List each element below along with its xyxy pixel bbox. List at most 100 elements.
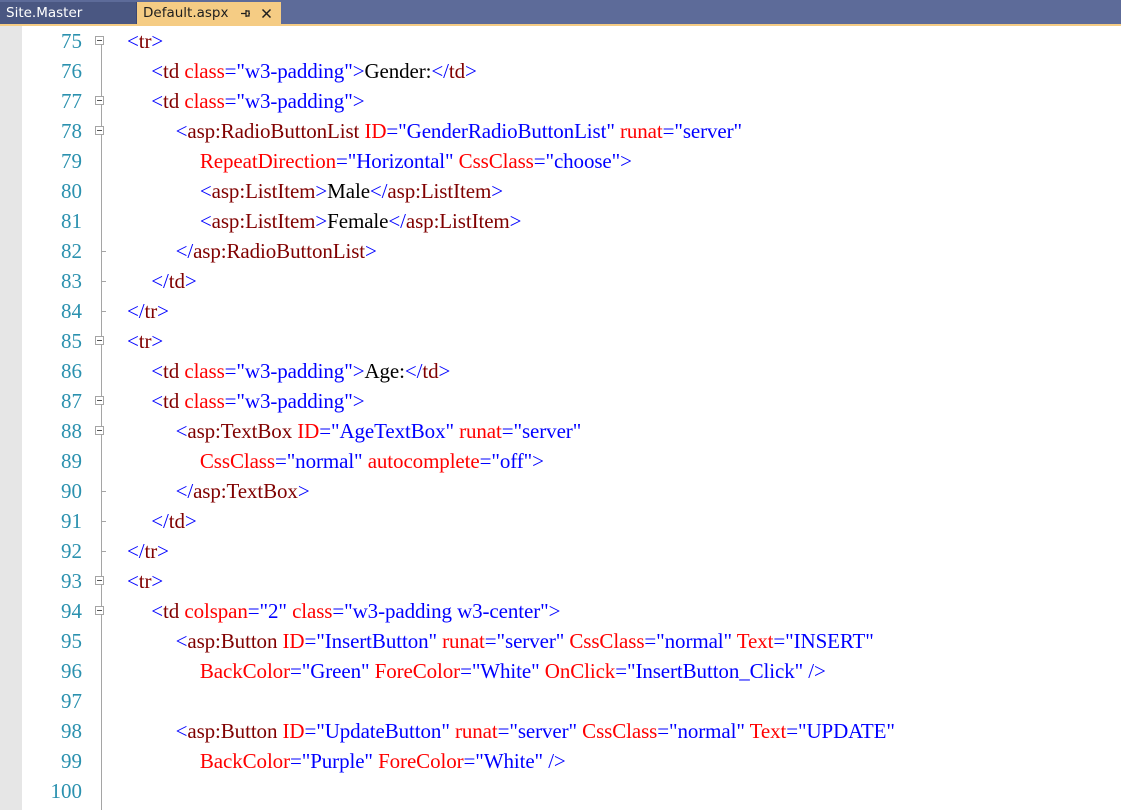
code-token: ForeColor [378,749,464,773]
code-token: tr [144,539,158,563]
collapse-icon[interactable] [95,396,104,405]
code-line[interactable]: 81 <asp:ListItem>Female</asp:ListItem> [0,206,1121,236]
code-token: > [151,329,164,353]
code-token: "Green" [301,659,370,683]
collapse-icon[interactable] [95,606,104,615]
code-line[interactable]: 85 <tr> [0,326,1121,356]
code-text: <tr> [127,26,163,56]
code-token: > [548,599,561,623]
code-text: <asp:RadioButtonList ID="GenderRadioButt… [176,116,743,146]
code-line[interactable]: 92 </tr> [0,536,1121,566]
code-token: asp:ListItem [405,209,510,233]
line-number: 90 [61,479,82,503]
tab-default-aspx[interactable]: Default.aspx [137,2,281,24]
code-token: </ [127,539,145,563]
code-token: runat [459,419,502,443]
collapse-icon[interactable] [95,336,104,345]
code-text: <td colspan="2" class="w3-padding w3-cen… [151,596,560,626]
code-token: Text [749,719,787,743]
collapse-icon[interactable] [95,426,104,435]
code-text: </td> [151,506,196,536]
code-line[interactable]: 86 <td class="w3-padding">Age:</td> [0,356,1121,386]
code-token: asp:TextBox [187,419,293,443]
code-line[interactable]: 82 </asp:RadioButtonList> [0,236,1121,266]
code-token: = [501,419,514,443]
collapse-icon[interactable] [95,126,104,135]
code-text: <td class="w3-padding"> [151,86,364,116]
line-number: 93 [61,569,82,593]
code-token: "w3-padding" [236,89,353,113]
code-token: asp:ListItem [387,179,492,203]
code-token: "White" [471,659,540,683]
code-editor[interactable]: 75 <tr> 76 <td class="w3-padding">Gender:</… [0,26,1121,806]
code-text: </td> [151,266,196,296]
code-line[interactable]: 91 </td> [0,506,1121,536]
code-token: > [438,359,451,383]
code-line[interactable]: 78 <asp:RadioButtonList ID="GenderRadioBu… [0,116,1121,146]
code-line[interactable]: 79 RepeatDirection="Horizontal" CssClass=… [0,146,1121,176]
code-token: = [386,119,399,143]
code-token: = [224,59,237,83]
code-line[interactable]: 89 CssClass="normal" autocomplete="off"> [0,446,1121,476]
code-line[interactable]: 87 <td class="w3-padding"> [0,386,1121,416]
line-number: 81 [61,209,82,233]
code-token: "normal" [656,629,732,653]
code-token: < [127,29,139,53]
code-token: asp:Button [187,629,278,653]
code-line[interactable]: 88 <asp:TextBox ID="AgeTextBox" runat="se… [0,416,1121,446]
code-line[interactable]: 93 <tr> [0,566,1121,596]
collapse-icon[interactable] [95,96,104,105]
code-line[interactable]: 95 <asp:Button ID="InsertButton" runat="s… [0,626,1121,656]
code-line[interactable]: 83 </td> [0,266,1121,296]
code-line[interactable]: 100 [0,776,1121,806]
code-token: = [786,719,798,743]
code-token: CssClass [569,629,645,653]
line-number: 88 [61,419,82,443]
code-token: "InsertButton" [316,629,437,653]
code-line[interactable]: 84 </tr> [0,296,1121,326]
code-line[interactable]: 75 <tr> [0,26,1121,56]
code-text: <td class="w3-padding">Gender:</td> [151,56,477,86]
line-number: 87 [61,389,82,413]
code-token: tr [144,299,158,323]
code-token: > [620,149,632,173]
pin-icon[interactable] [238,2,252,24]
code-token: "server" [496,629,565,653]
code-token: "server" [674,119,743,143]
code-line[interactable]: 94 <td colspan="2" class="w3-padding w3-c… [0,596,1121,626]
code-line[interactable]: 98 <asp:Button ID="UpdateButton" runat="s… [0,716,1121,746]
code-line[interactable]: 80 <asp:ListItem>Male</asp:ListItem> [0,176,1121,206]
code-token: > [509,209,522,233]
code-token: > [352,59,365,83]
outline-end-marker [101,491,106,492]
code-line[interactable]: 97 [0,686,1121,716]
code-token: CssClass [199,449,275,473]
line-number: 95 [61,629,82,653]
code-line[interactable]: 76 <td class="w3-padding">Gender:</td> [0,56,1121,86]
collapse-icon[interactable] [95,576,104,585]
code-token: = [773,629,786,653]
code-line[interactable]: 90 </asp:TextBox> [0,476,1121,506]
code-token: "server" [513,419,582,443]
code-token: < [199,179,212,203]
code-token: < [151,599,164,623]
code-token: Male [327,179,370,203]
close-icon[interactable] [259,2,273,24]
code-token: > [184,269,197,293]
code-text: CssClass="normal" autocomplete="off"> [200,446,544,476]
collapse-icon[interactable] [95,36,104,45]
code-token: td [163,389,180,413]
code-token: "normal" [668,719,745,743]
tab-label: Default.aspx [143,5,229,21]
code-line[interactable]: 77 <td class="w3-padding"> [0,86,1121,116]
code-token: ForeColor [374,659,461,683]
code-token: = [274,449,287,473]
code-token: "w3-padding" [236,389,353,413]
tab-site-master[interactable]: Site.Master [0,2,137,24]
code-line[interactable]: 96 BackColor="Green" ForeColor="White" On… [0,656,1121,686]
code-token: autocomplete [367,449,480,473]
code-token: > [151,29,164,53]
code-line[interactable]: 99 BackColor="Purple" ForeColor="White" /… [0,746,1121,776]
code-token: asp:ListItem [211,209,316,233]
code-token: = [247,599,260,623]
